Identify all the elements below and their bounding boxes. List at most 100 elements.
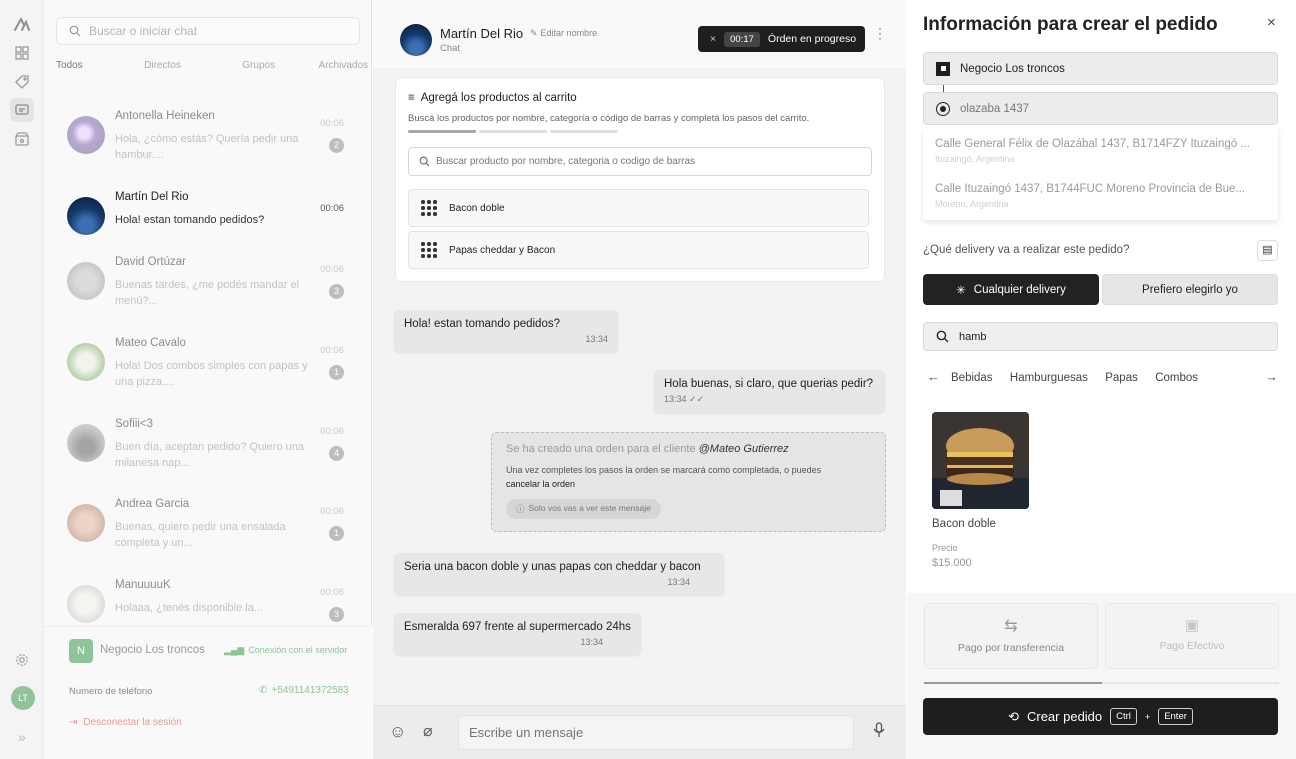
- delivery-any-button[interactable]: ✳ Cualquier delivery: [923, 274, 1099, 305]
- conversation-item[interactable]: Andrea Garcia Buenas, quiero pedir una e…: [44, 490, 372, 570]
- conversation-preview: Holaaa, ¿tenés disponible la...: [115, 602, 263, 614]
- conversation-name: Andrea Garcia: [115, 498, 190, 510]
- conversation-name: Antonella Heineken: [115, 110, 215, 122]
- read-check-icon: ✓✓: [689, 394, 705, 404]
- tab-grupos[interactable]: Grupos: [242, 60, 275, 71]
- conversation-time: 00:06: [320, 506, 344, 517]
- categories-prev-icon[interactable]: ←: [927, 369, 940, 384]
- menu-search-value[interactable]: hamb: [959, 331, 987, 343]
- user-avatar[interactable]: LT: [11, 686, 35, 710]
- close-icon[interactable]: ×: [710, 33, 716, 45]
- private-note-text: Solo vos vas a ver este mensaje: [528, 503, 651, 513]
- cart-progress: [408, 130, 618, 133]
- store-square-icon: [936, 61, 950, 76]
- chat-search[interactable]: [56, 17, 360, 45]
- message-input[interactable]: [458, 715, 854, 750]
- conversation-item[interactable]: Sofiii<3 Buen día, aceptan pedido? Quier…: [44, 410, 372, 490]
- category-chip[interactable]: Bebidas: [951, 372, 993, 384]
- edit-name-button[interactable]: ✎ Editar nombre: [530, 28, 597, 39]
- business-select[interactable]: Negocio Los troncos: [923, 52, 1278, 85]
- suggestion-address: Calle General Félix de Olazábal 1437, B1…: [935, 138, 1250, 150]
- expand-icon[interactable]: »: [10, 725, 34, 749]
- conversation-name: David Ortúzar: [115, 256, 186, 268]
- drag-handle-icon[interactable]: [421, 200, 437, 216]
- conversation-item[interactable]: David Ortúzar Buenas tardes, ¿me podés m…: [44, 248, 372, 328]
- attach-icon[interactable]: ⌀: [423, 721, 433, 741]
- business-footer: N Negocio Los troncos ▂▄▆ Conexión con e…: [44, 626, 372, 759]
- tab-archivados[interactable]: Archivados: [319, 60, 368, 71]
- message-text: Esmeralda 697 frente al supermercado 24h…: [404, 621, 631, 633]
- close-panel-icon[interactable]: ×: [1267, 14, 1276, 31]
- create-order-button[interactable]: ⟲ Crear pedido Ctrl + Enter: [923, 698, 1278, 735]
- suggestion-address: Calle Ituzaingó 1437, B1744FUC Moreno Pr…: [935, 183, 1246, 195]
- conversation-item[interactable]: Mateo Cavalo Hola! Dos combos simples co…: [44, 329, 372, 409]
- chat-icon[interactable]: [10, 98, 34, 122]
- client-mention[interactable]: @Mateo Gutierrez: [699, 443, 789, 455]
- order-panel-title: Información para crear el pedido: [923, 14, 1218, 35]
- payment-transfer-option[interactable]: ⇆ Pago por transferencia: [924, 603, 1098, 669]
- product-price: $15.000: [932, 557, 972, 569]
- order-progress-pill[interactable]: × 00:17 Órden en progreso: [698, 26, 865, 52]
- phone-icon: ✆: [259, 685, 268, 696]
- phone-number[interactable]: ✆ +5491141372583: [259, 685, 349, 696]
- address-suggestion[interactable]: Calle General Félix de Olazábal 1437, B1…: [923, 130, 1278, 175]
- category-chip[interactable]: Papas: [1105, 372, 1138, 384]
- conversation-item[interactable]: Antonella Heineken Hola, ¿cómo estás? Qu…: [44, 102, 372, 182]
- cart-item[interactable]: Papas cheddar y Bacon: [408, 231, 869, 269]
- message-text: Hola! estan tomando pedidos?: [404, 318, 560, 330]
- tab-todos[interactable]: Todos: [56, 60, 83, 71]
- message-outgoing: Hola buenas, si claro, que querias pedir…: [654, 370, 885, 413]
- progress-step-3: [550, 130, 618, 133]
- transfer-icon: ⇆: [1004, 618, 1018, 635]
- tab-directos[interactable]: Directos: [144, 60, 181, 71]
- categories-next-icon[interactable]: →: [1265, 369, 1278, 384]
- message-incoming: Esmeralda 697 frente al supermercado 24h…: [394, 613, 641, 655]
- avatar: [67, 262, 105, 300]
- product-image[interactable]: [932, 412, 1029, 509]
- settings-icon[interactable]: [10, 648, 34, 672]
- conversation-name: Sofiii<3: [115, 418, 154, 430]
- conversation-preview: Hola! Dos combos simples con papas y una…: [115, 360, 308, 388]
- store-icon[interactable]: [10, 127, 34, 151]
- microphone-icon[interactable]: [873, 722, 885, 741]
- order-panel: Información para crear el pedido × Negoc…: [907, 0, 1296, 759]
- emoji-icon[interactable]: ☺: [389, 722, 406, 742]
- address-suggestions: Calle General Félix de Olazábal 1437, B1…: [923, 128, 1278, 220]
- cart-item[interactable]: Bacon doble: [408, 189, 869, 227]
- notes-icon[interactable]: ▤: [1257, 240, 1278, 261]
- order-status: Órden en progreso: [767, 33, 857, 45]
- logo-icon: [10, 12, 34, 36]
- unread-badge: 4: [329, 446, 344, 461]
- category-chip[interactable]: Combos: [1155, 372, 1198, 384]
- avatar: [67, 585, 105, 623]
- payment-cash-option[interactable]: ▣ Pago Efectivo: [1105, 603, 1279, 669]
- chat-search-input[interactable]: [89, 24, 339, 38]
- message-text: Seria una bacon doble y unas papas con c…: [404, 561, 701, 573]
- phone-label: Numero de teléfono: [69, 686, 153, 697]
- message-time: 13:34: [585, 334, 608, 344]
- logout-link[interactable]: ⇥ Desconectar la sesión: [69, 717, 182, 728]
- message-time: 13:34: [664, 394, 687, 404]
- message-text: Hola buenas, si claro, que querias pedir…: [664, 378, 874, 390]
- menu-search[interactable]: hamb: [923, 322, 1278, 351]
- delivery-choose-button[interactable]: Prefiero elegirlo yo: [1102, 274, 1278, 305]
- product-search-input[interactable]: [436, 156, 856, 167]
- message-time: 13:34: [667, 577, 690, 587]
- address-suggestion[interactable]: Calle Ituzaingó 1437, B1744FUC Moreno Pr…: [923, 175, 1278, 220]
- more-options-icon[interactable]: ⋮: [873, 26, 887, 40]
- category-chip[interactable]: Hamburguesas: [1010, 372, 1088, 384]
- payment-cash-label: Pago Efectivo: [1159, 640, 1225, 652]
- drag-handle-icon[interactable]: [421, 242, 437, 258]
- address-input[interactable]: olazaba 1437: [923, 92, 1278, 125]
- progress-step-1: [408, 130, 476, 133]
- signal-icon: ▂▄▆: [224, 645, 245, 655]
- grid-icon[interactable]: [10, 41, 34, 65]
- logout-icon: ⇥: [69, 717, 78, 728]
- cancel-order-link[interactable]: cancelar la orden: [506, 479, 575, 489]
- conversation-time: 00:06: [320, 264, 344, 275]
- business-name: Negocio Los troncos: [100, 644, 205, 656]
- pencil-icon: ✎: [530, 28, 538, 38]
- tag-icon[interactable]: [10, 70, 34, 94]
- conversation-name: Martín Del Rio: [115, 191, 189, 203]
- product-search[interactable]: [408, 147, 872, 176]
